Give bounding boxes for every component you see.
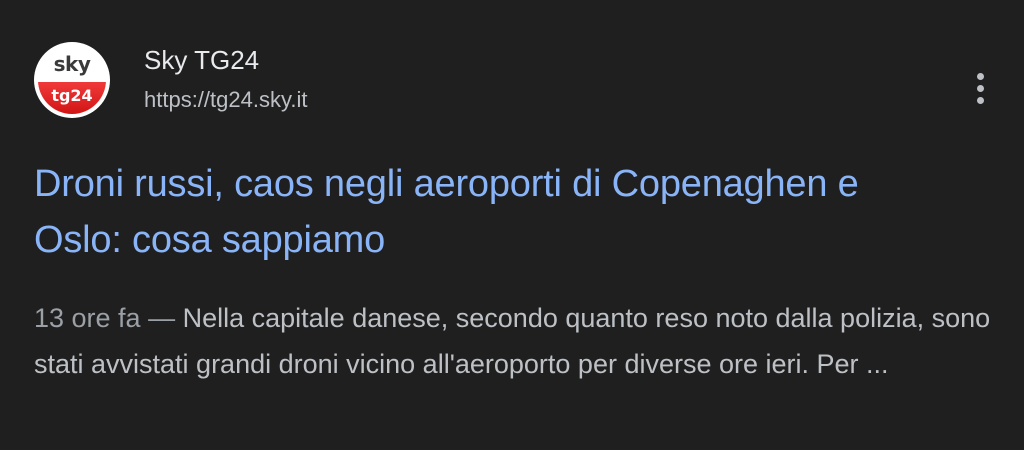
result-headline-link[interactable]: Droni russi, caos negli aeroporti di Cop… [34, 156, 934, 268]
site-name[interactable]: Sky TG24 [144, 44, 259, 76]
more-vert-icon-dot [976, 96, 984, 104]
sky-tg24-logo[interactable]: sky tg24 [34, 42, 110, 118]
more-vert-icon [976, 72, 984, 80]
source-header[interactable]: sky tg24 Sky TG24 https://tg24.sky.it [34, 40, 1004, 120]
publish-time: 13 ore fa [34, 303, 141, 333]
logo-tg24-text: tg24 [51, 86, 93, 105]
more-vert-icon-dot [976, 84, 984, 92]
logo-sky-text: sky [53, 52, 91, 76]
logo-badge: sky tg24 [38, 46, 106, 114]
snippet-separator: — [140, 303, 183, 333]
search-result-card: sky tg24 Sky TG24 https://tg24.sky.it Dr… [0, 0, 1024, 450]
result-snippet: 13 ore fa — Nella capitale danese, secon… [34, 295, 1004, 387]
site-url[interactable]: https://tg24.sky.it [144, 86, 307, 114]
more-options-button[interactable] [968, 68, 992, 108]
